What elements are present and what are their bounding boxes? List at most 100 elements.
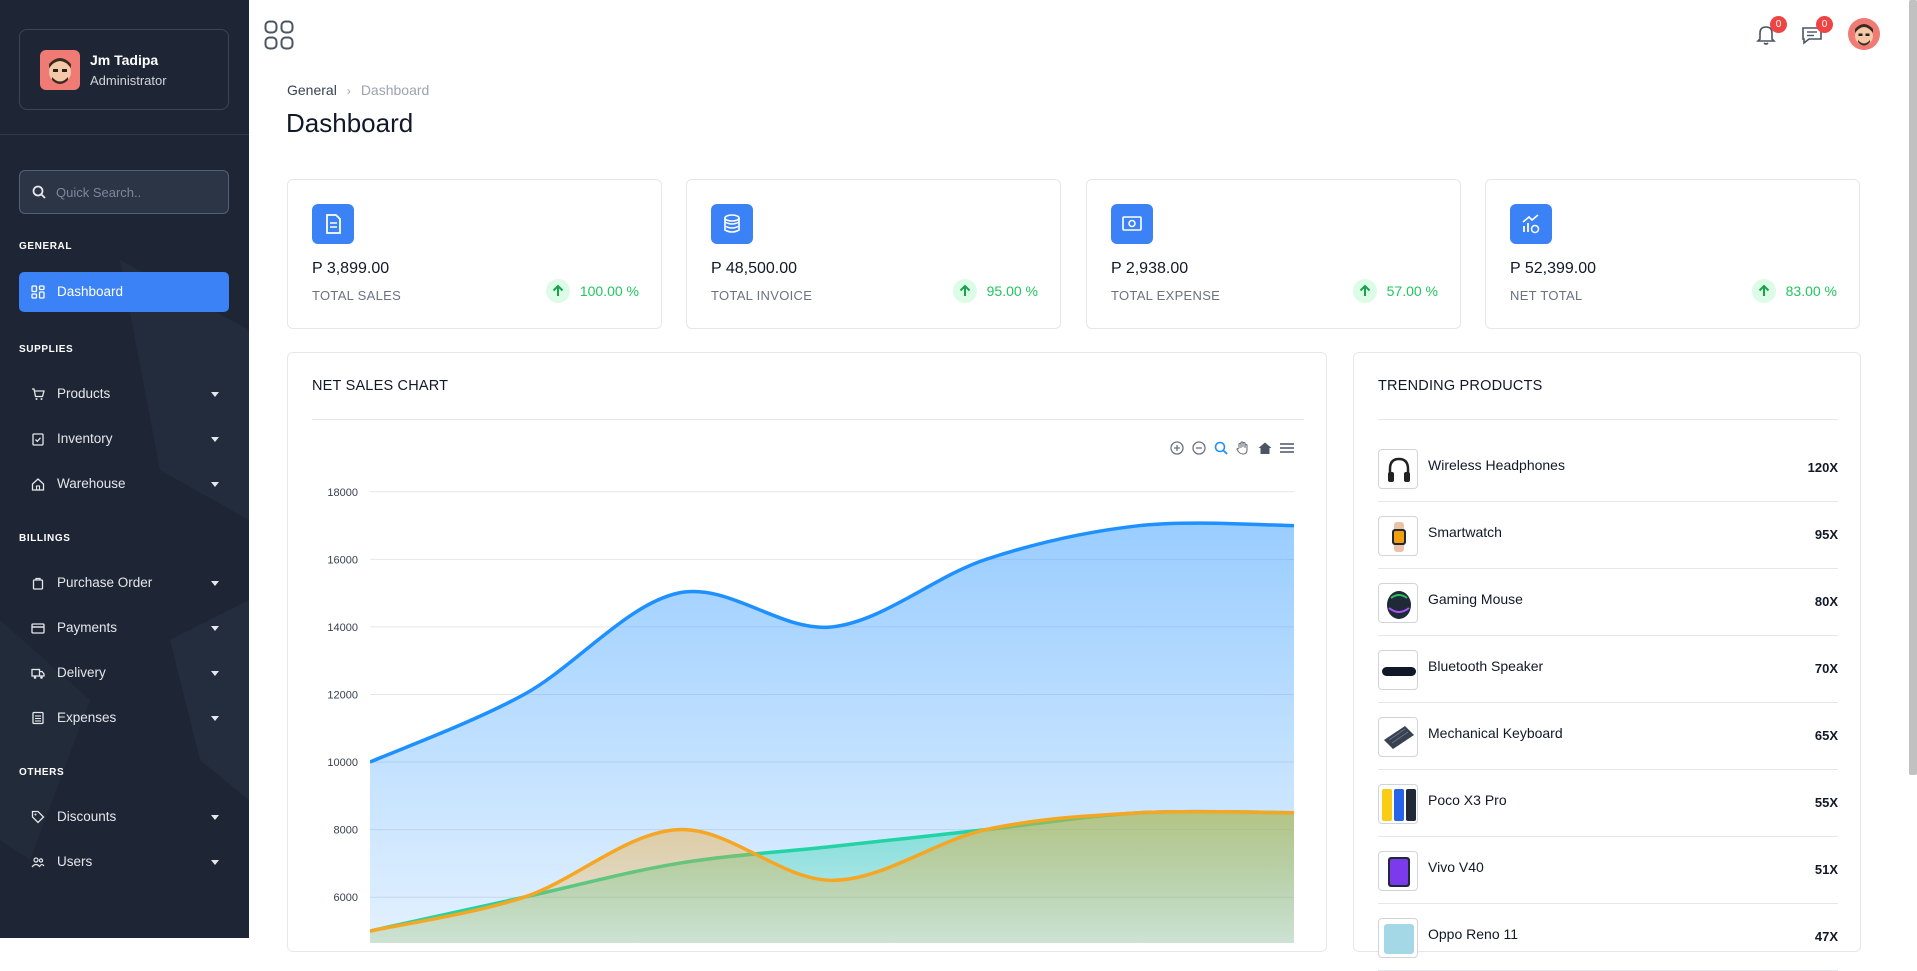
chevron-down-icon (211, 815, 219, 820)
phone-thumbnail (1378, 851, 1418, 891)
stat-percent-value: 100.00 % (579, 283, 639, 299)
breadcrumb-root[interactable]: General (287, 82, 337, 98)
product-name: Poco X3 Pro (1428, 792, 1507, 808)
sidebar-item-label: Inventory (57, 431, 113, 446)
list-item[interactable]: Mechanical Keyboard 65X (1378, 703, 1838, 770)
messages-badge: 0 (1816, 16, 1833, 33)
product-qty: 70X (1814, 661, 1838, 676)
product-name: Smartwatch (1428, 524, 1502, 540)
net-sales-panel: NET SALES CHART 6000 8000 10000 12000 14000 1… (287, 352, 1327, 952)
stat-percent: 57.00 % (1352, 279, 1438, 303)
profile-card[interactable]: Jm Tadipa Administrator (19, 29, 229, 110)
y-tick-label: 10000 (327, 757, 358, 769)
list-item[interactable]: Smartwatch 95X (1378, 502, 1838, 569)
y-tick-label: 18000 (327, 487, 358, 499)
list-item[interactable]: Bluetooth Speaker 70X (1378, 636, 1838, 703)
stat-percent: 95.00 % (952, 279, 1038, 303)
stat-label: TOTAL EXPENSE (1111, 288, 1221, 303)
list-item[interactable]: Gaming Mouse 80X (1378, 569, 1838, 636)
sidebar-item-warehouse[interactable]: Warehouse (19, 464, 229, 504)
chevron-down-icon (211, 581, 219, 586)
stat-card-total-sales: P 3,899.00 TOTAL SALES 100.00 % (287, 179, 662, 329)
profile-role: Administrator (90, 73, 167, 88)
sidebar: Jm Tadipa Administrator GENERAL Dashboar… (0, 0, 249, 938)
product-name: Wireless Headphones (1428, 457, 1565, 473)
arrow-up-icon (545, 279, 570, 303)
y-tick-label: 8000 (334, 825, 358, 837)
sidebar-item-inventory[interactable]: Inventory (19, 419, 229, 459)
grid-icon (31, 285, 45, 299)
panel-divider (1378, 419, 1838, 420)
chevron-down-icon (211, 671, 219, 676)
credit-card-icon (31, 623, 45, 634)
notifications-badge: 0 (1770, 16, 1787, 33)
sidebar-divider (0, 134, 249, 135)
product-qty: 120X (1807, 460, 1838, 475)
truck-icon (31, 668, 45, 679)
phone-thumbnail (1378, 918, 1418, 958)
breadcrumb-separator-icon: › (346, 84, 351, 98)
search-icon (32, 185, 46, 199)
coins-icon (711, 204, 753, 244)
product-qty: 51X (1814, 862, 1838, 877)
product-qty: 65X (1814, 728, 1838, 743)
section-title-billings: BILLINGS (19, 533, 71, 544)
cash-icon (1111, 204, 1153, 244)
sidebar-item-label: Products (57, 386, 111, 401)
sidebar-item-products[interactable]: Products (19, 374, 229, 414)
net-sales-chart: 6000 8000 10000 12000 14000 16000 18000 (327, 487, 1294, 943)
stat-percent-value: 83.00 % (1785, 283, 1837, 299)
sidebar-item-payments[interactable]: Payments (19, 608, 229, 648)
home-icon (31, 478, 45, 491)
sidebar-item-dashboard[interactable]: Dashboard (19, 272, 229, 312)
stat-percent-value: 57.00 % (1386, 283, 1438, 299)
user-avatar[interactable] (1848, 18, 1880, 50)
stat-percent: 100.00 % (545, 279, 639, 303)
stat-amount: P 48,500.00 (711, 260, 798, 277)
sidebar-item-expenses[interactable]: Expenses (19, 698, 229, 738)
stat-amount: P 2,938.00 (1111, 260, 1189, 277)
apps-grid-icon[interactable] (264, 20, 294, 50)
stat-label: NET TOTAL (1510, 288, 1583, 303)
search-input[interactable] (56, 171, 221, 213)
trending-products-panel: TRENDING PRODUCTS Wireless Headphones 12… (1353, 352, 1861, 971)
chevron-down-icon (211, 482, 219, 487)
stat-amount: P 52,399.00 (1510, 260, 1597, 277)
sidebar-item-discounts[interactable]: Discounts (19, 797, 229, 837)
chevron-down-icon (211, 392, 219, 397)
page-title: Dashboard (286, 108, 414, 138)
sidebar-item-purchase-order[interactable]: Purchase Order (19, 563, 229, 603)
stat-card-total-expense: P 2,938.00 TOTAL EXPENSE 57.00 % (1086, 179, 1461, 329)
sidebar-item-users[interactable]: Users (19, 842, 229, 882)
trending-products-title: TRENDING PRODUCTS (1378, 378, 1543, 394)
arrow-up-icon (1751, 279, 1776, 303)
quick-search[interactable] (19, 170, 229, 214)
list-item[interactable]: Vivo V40 51X (1378, 837, 1838, 904)
growth-icon (1510, 204, 1552, 244)
y-tick-label: 16000 (327, 554, 358, 566)
stat-label: TOTAL INVOICE (711, 288, 813, 303)
messages-button[interactable]: 0 (1799, 16, 1833, 48)
sidebar-item-delivery[interactable]: Delivery (19, 653, 229, 693)
product-name: Bluetooth Speaker (1428, 658, 1544, 674)
section-title-supplies: SUPPLIES (19, 344, 74, 355)
breadcrumb-current: Dashboard (360, 82, 430, 98)
headphones-thumbnail (1378, 449, 1418, 489)
product-qty: 55X (1814, 795, 1838, 810)
stat-card-total-invoice: P 48,500.00 TOTAL INVOICE 95.00 % (686, 179, 1061, 329)
breadcrumb: General › Dashboard (287, 82, 429, 98)
product-qty: 80X (1814, 594, 1838, 609)
y-tick-label: 12000 (327, 690, 358, 702)
cart-icon (32, 388, 45, 400)
section-title-others: OTHERS (19, 767, 65, 778)
sidebar-item-label: Purchase Order (57, 575, 153, 590)
phone-thumbnail (1378, 784, 1418, 824)
notifications-button[interactable]: 0 (1753, 16, 1787, 48)
product-name: Oppo Reno 11 (1428, 926, 1519, 942)
chevron-down-icon (211, 860, 219, 865)
list-item[interactable]: Wireless Headphones 120X (1378, 435, 1838, 502)
speaker-thumbnail (1378, 650, 1418, 690)
list-item[interactable]: Poco X3 Pro 55X (1378, 770, 1838, 837)
page-scrollbar[interactable] (1909, 0, 1917, 775)
arrow-up-icon (952, 279, 977, 303)
